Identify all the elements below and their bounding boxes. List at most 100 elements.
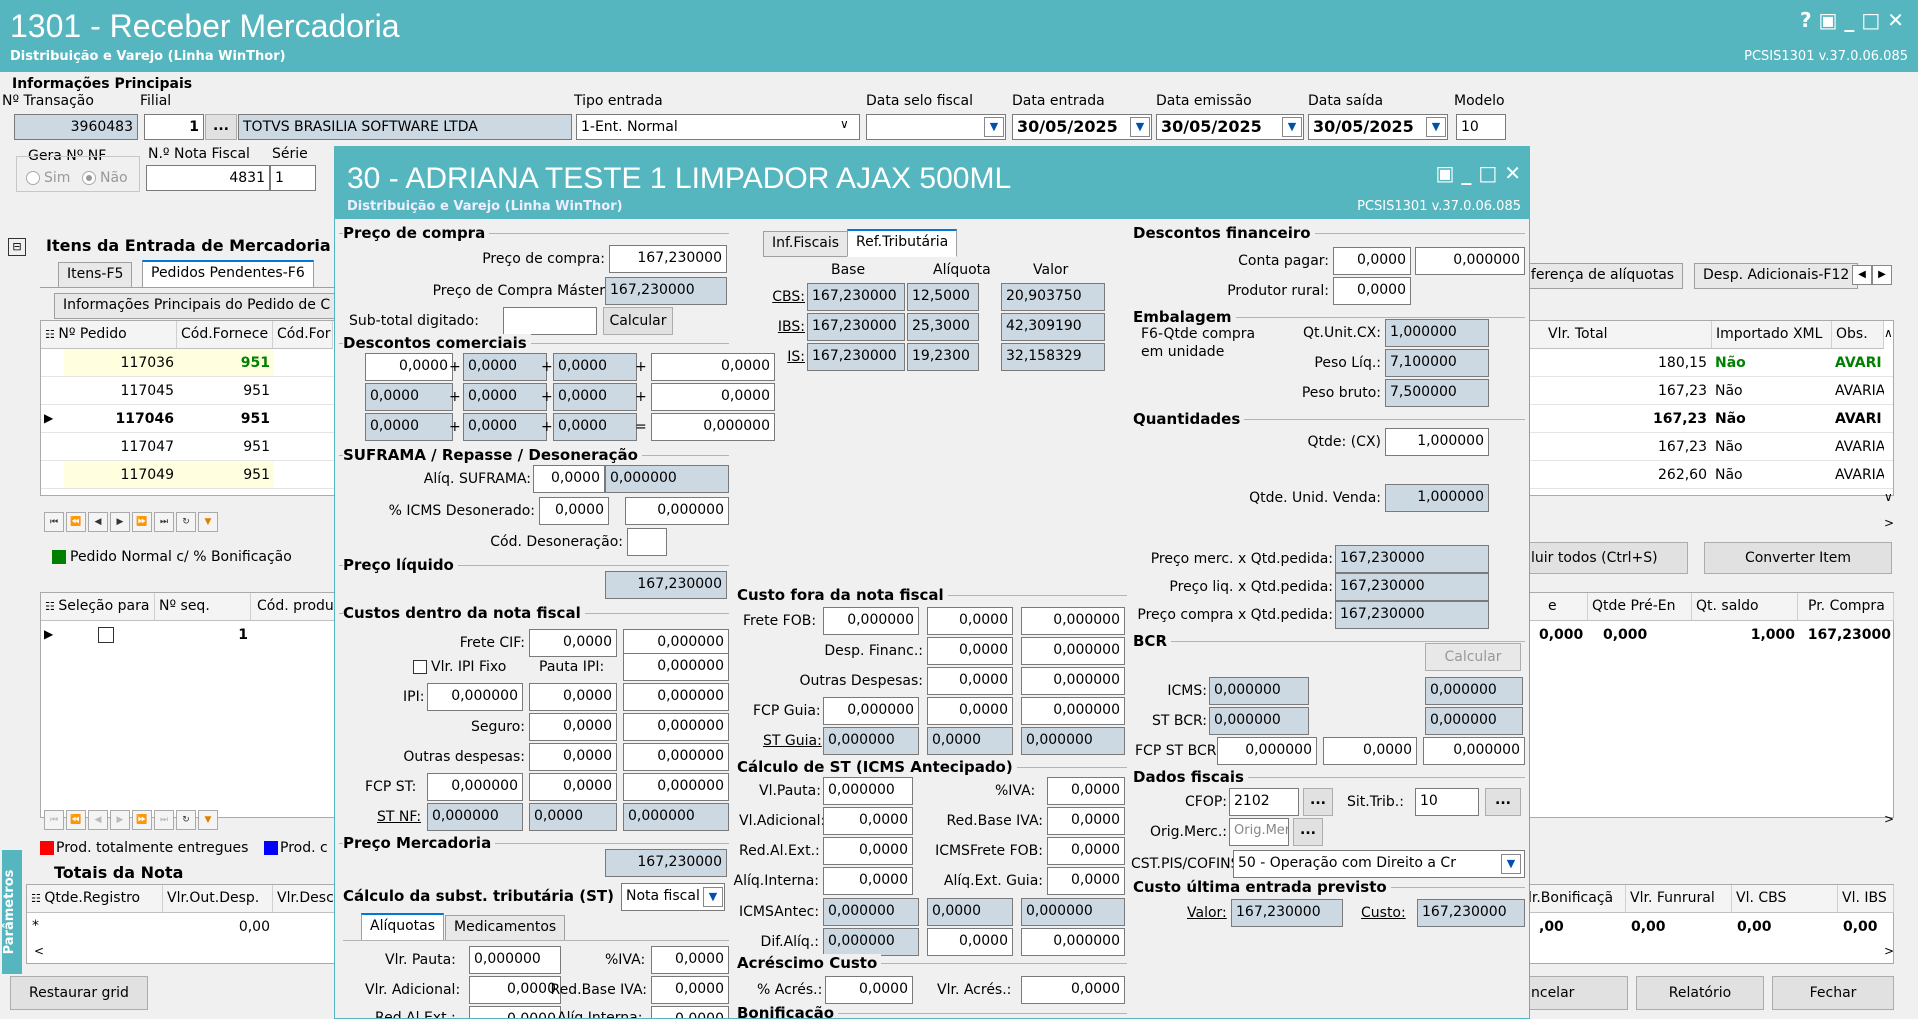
main-window-controls[interactable]: ? ▣ _ □ ✕ bbox=[1800, 8, 1904, 32]
nav-first-icon[interactable]: ⏮ bbox=[44, 512, 64, 532]
bcr-calcular-button[interactable]: Calcular bbox=[1425, 643, 1521, 671]
sub-calcular-button[interactable]: Calcular bbox=[603, 307, 673, 335]
nav2-next-page-icon[interactable]: ⏩ bbox=[132, 810, 152, 830]
cd-ipi-field-2[interactable]: 0,0000 bbox=[529, 683, 617, 711]
sta-da-field-3[interactable]: 0,000000 bbox=[1021, 928, 1125, 956]
grid1-scroll-up-icon[interactable]: ∧ bbox=[1884, 326, 1893, 340]
df-pr-field[interactable]: 0,0000 bbox=[1333, 277, 1411, 305]
cf-df-field-1[interactable]: 0,0000 bbox=[927, 637, 1013, 665]
tab-diferenca-aliquotas[interactable]: iferença de alíquotas bbox=[1524, 263, 1684, 289]
dc-field[interactable]: 0,0000 bbox=[651, 383, 775, 411]
suf-aliq-field-1[interactable]: 0,0000 bbox=[533, 465, 605, 493]
modelo-field[interactable]: 10 bbox=[1456, 114, 1506, 140]
totais-col-desc[interactable]: Vlr.Desc bbox=[273, 885, 335, 913]
grid1-col-fornece[interactable]: Cód.Fornece bbox=[177, 321, 273, 349]
dc-field[interactable]: 0,0000 bbox=[463, 413, 547, 441]
grid2-col-selecao[interactable]: ☷ Seleção para bbox=[41, 593, 155, 621]
cancelar-button[interactable]: ncelar bbox=[1520, 976, 1628, 1010]
dfis-orig-search-button[interactable]: ... bbox=[1293, 818, 1323, 846]
bcr-fcp-field-1[interactable]: 0,000000 bbox=[1217, 737, 1317, 765]
grid2-col-qtde-pre[interactable]: Qtde Pré-En bbox=[1588, 593, 1692, 621]
tipo-chevron-icon[interactable]: ∨ bbox=[840, 117, 849, 131]
cd-fcp-field-1[interactable]: 0,000000 bbox=[427, 773, 523, 801]
totais-col-outdesp[interactable]: Vlr.Out.Desp. bbox=[163, 885, 273, 913]
dfis-cfop-search-button[interactable]: ... bbox=[1303, 788, 1333, 816]
relatorio-button[interactable]: Relatório bbox=[1636, 976, 1764, 1010]
dentrada-dropdown-icon[interactable]: ▼ bbox=[1130, 117, 1150, 137]
serie-field[interactable]: 1 bbox=[270, 165, 316, 191]
cf-fob-field-1[interactable]: 0,000000 bbox=[823, 607, 919, 635]
dfis-cst-select[interactable]: 50 - Operação com Direito a Cr bbox=[1233, 850, 1525, 878]
dc-field[interactable]: 0,0000 bbox=[463, 353, 547, 381]
grid1-col-pedido[interactable]: ☷ Nº Pedido bbox=[41, 321, 177, 349]
incluir-todos-button[interactable]: luir todos (Ctrl+S) bbox=[1520, 542, 1688, 574]
st-ral-field[interactable]: 0,0000 bbox=[469, 1006, 561, 1018]
totais-col-ibs[interactable]: Vl. IBS bbox=[1838, 885, 1894, 913]
dfis-cfop-field[interactable]: 2102 bbox=[1229, 788, 1299, 816]
pc-field[interactable]: 167,230000 bbox=[609, 245, 727, 273]
nav2-last-icon[interactable]: ⏭ bbox=[154, 810, 174, 830]
cf-df-field-2[interactable]: 0,000000 bbox=[1021, 637, 1125, 665]
sta-vp-field[interactable]: 0,000000 bbox=[823, 777, 913, 805]
demissao-dropdown-icon[interactable]: ▼ bbox=[1282, 117, 1302, 137]
tab-inf-fiscais[interactable]: Inf.Fiscais bbox=[763, 231, 849, 257]
cue-valor-label[interactable]: Valor: bbox=[1187, 904, 1227, 922]
tab-desp-adicionais[interactable]: Desp. Adicionais-F12 bbox=[1694, 263, 1859, 289]
ref-row-label[interactable]: IS: bbox=[769, 348, 805, 366]
dc-field[interactable]: 0,000000 bbox=[651, 413, 775, 441]
ref-row-label[interactable]: IBS: bbox=[769, 318, 805, 336]
dfis-sit-field[interactable]: 10 bbox=[1415, 788, 1479, 816]
sta-da-field-2[interactable]: 0,0000 bbox=[927, 928, 1013, 956]
grid2-scroll-right-icon[interactable]: > bbox=[1884, 812, 1894, 826]
bcr-fcp-field-3[interactable]: 0,000000 bbox=[1423, 737, 1525, 765]
st-tab-medicamentos[interactable]: Medicamentos bbox=[445, 915, 566, 941]
st-iva-field[interactable]: 0,0000 bbox=[651, 946, 729, 974]
dfis-cst-dropdown-icon[interactable]: ▼ bbox=[1501, 854, 1521, 874]
nf-field[interactable]: 4831 bbox=[146, 165, 270, 191]
st-ali-field[interactable]: 0,0000 bbox=[651, 1006, 729, 1018]
nav-last-icon[interactable]: ⏭ bbox=[154, 512, 174, 532]
cf-fob-field-2[interactable]: 0,0000 bbox=[927, 607, 1013, 635]
cd-ipi-field-3[interactable]: 0,000000 bbox=[623, 683, 729, 711]
grid2-col-seq[interactable]: Nº seq. bbox=[155, 593, 251, 621]
tab-ref-tributaria[interactable]: Ref.Tributária bbox=[847, 229, 958, 257]
grid1-scroll-right-icon[interactable]: > bbox=[1884, 516, 1894, 530]
ac-pa-field[interactable]: 0,0000 bbox=[825, 976, 913, 1004]
tab-informacoes-pedido[interactable]: Informações Principais do Pedido de C bbox=[54, 293, 340, 319]
selo-dropdown-icon[interactable]: ▼ bbox=[984, 117, 1004, 137]
nav-prev-page-icon[interactable]: ⏪ bbox=[66, 512, 86, 532]
nav-filter-icon[interactable]: ▼ bbox=[198, 512, 218, 532]
dc-field[interactable]: 0,0000 bbox=[463, 383, 547, 411]
cd-frete-field-1[interactable]: 0,0000 bbox=[529, 629, 617, 657]
nav2-prev-page-icon[interactable]: ⏪ bbox=[66, 810, 86, 830]
suf-cod-field[interactable] bbox=[627, 528, 667, 556]
totais-col-qtde[interactable]: ☷ Qtde.Registro bbox=[27, 885, 163, 913]
sta-va-field[interactable]: 0,0000 bbox=[823, 807, 913, 835]
cd-fcp-field-2[interactable]: 0,0000 bbox=[529, 773, 617, 801]
sta-icf-field[interactable]: 0,0000 bbox=[1047, 837, 1125, 865]
ac-va-field[interactable]: 0,0000 bbox=[1021, 976, 1125, 1004]
fechar-button[interactable]: Fechar bbox=[1772, 976, 1894, 1010]
ref-row-label[interactable]: CBS: bbox=[769, 288, 805, 306]
st-tab-aliquotas[interactable]: Alíquotas bbox=[361, 913, 445, 941]
suf-icms-field-1[interactable]: 0,0000 bbox=[539, 497, 609, 525]
st-rbiva-field[interactable]: 0,0000 bbox=[651, 976, 729, 1004]
nav2-refresh-icon[interactable]: ↻ bbox=[176, 810, 196, 830]
df-cp-field-1[interactable]: 0,0000 bbox=[1333, 247, 1411, 275]
cf-od-field-2[interactable]: 0,000000 bbox=[1021, 667, 1125, 695]
cd-outras-field-1[interactable]: 0,0000 bbox=[529, 743, 617, 771]
restaurar-grid-button[interactable]: Restaurar grid bbox=[10, 976, 148, 1010]
converter-item-button[interactable]: Converter Item bbox=[1704, 542, 1892, 574]
bcr-fcp-field-2[interactable]: 0,0000 bbox=[1323, 737, 1417, 765]
cd-seguro-field-1[interactable]: 0,0000 bbox=[529, 713, 617, 741]
cd-ipifixo-checkbox[interactable] bbox=[413, 660, 427, 674]
suf-icms-field-2[interactable]: 0,000000 bbox=[625, 497, 729, 525]
cd-stnf-label[interactable]: ST NF: bbox=[377, 808, 421, 826]
grid2-col-pr-compra[interactable]: Pr. Compra bbox=[1798, 593, 1894, 621]
dc-field[interactable]: 0,0000 bbox=[553, 353, 637, 381]
grid2-col-e[interactable]: e bbox=[1520, 593, 1588, 621]
nav2-next-icon[interactable]: ▶ bbox=[110, 810, 130, 830]
nav-next-icon[interactable]: ▶ bbox=[110, 512, 130, 532]
cd-fcp-field-3[interactable]: 0,000000 bbox=[623, 773, 729, 801]
dc-field[interactable]: 0,0000 bbox=[553, 413, 637, 441]
